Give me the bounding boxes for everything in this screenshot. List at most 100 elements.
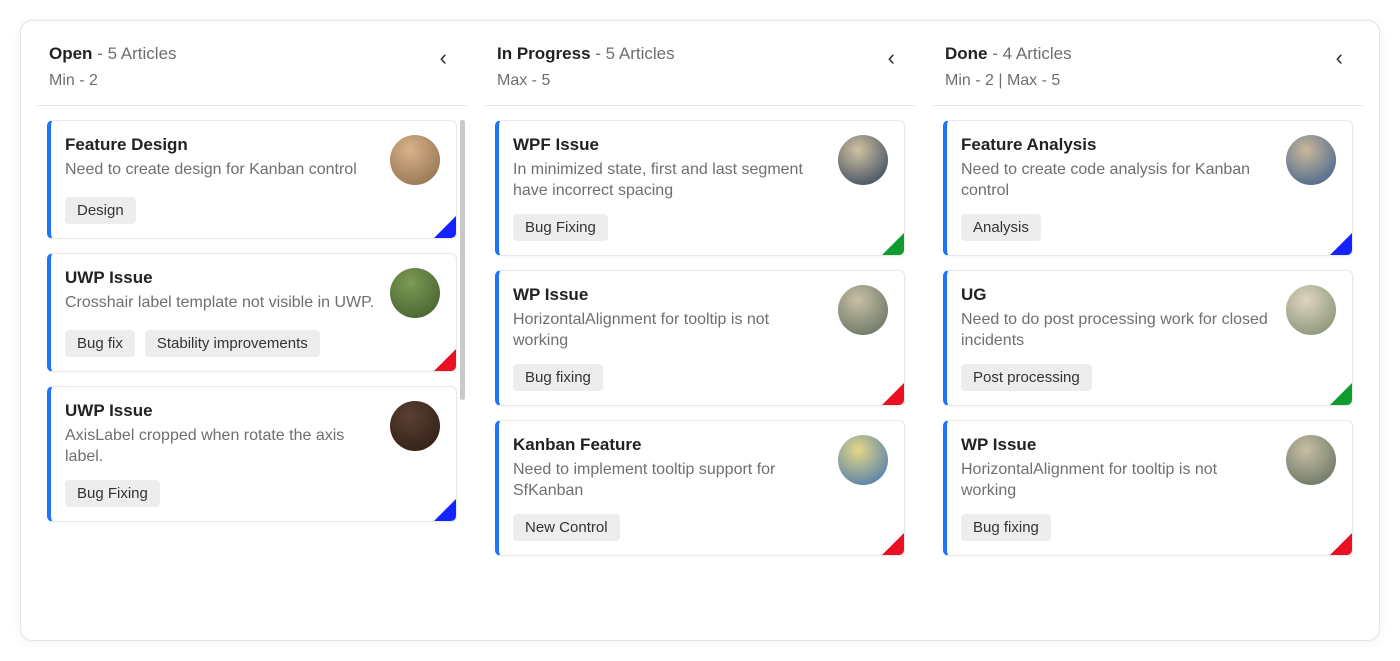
priority-indicator-icon	[882, 383, 904, 405]
tag: New Control	[513, 514, 620, 541]
column-title-line: In Progress - 5 Articles	[497, 41, 675, 67]
card-body: UWP IssueAxisLabel cropped when rotate t…	[65, 401, 440, 468]
scrollbar-thumb[interactable]	[460, 120, 465, 400]
kanban-column: Done - 4 ArticlesMin - 2 | Max - 5 ‹ Featu…	[933, 33, 1363, 620]
avatar	[838, 135, 888, 185]
chevron-left-icon: ‹	[888, 45, 895, 70]
card-body: WP Issue HorizontalAlignment for tooltip …	[961, 435, 1336, 502]
kanban-column: Open - 5 ArticlesMin - 2 ‹ Feature Design N…	[37, 33, 467, 620]
collapse-column-button[interactable]: ‹	[1328, 41, 1351, 75]
kanban-card[interactable]: WP Issue HorizontalAlignment for tooltip …	[943, 420, 1353, 556]
kanban-card[interactable]: UG Need to do post processing work for cl…	[943, 270, 1353, 406]
chevron-left-icon: ‹	[1336, 45, 1343, 70]
chevron-left-icon: ‹	[440, 45, 447, 70]
kanban-card[interactable]: Kanban FeatureNeed to implement tooltip …	[495, 420, 905, 556]
avatar	[1286, 435, 1336, 485]
tag: Bug fix	[65, 330, 135, 357]
card-description: In minimized state, first and last segme…	[513, 159, 826, 202]
tag: Stability improvements	[145, 330, 320, 357]
card-main: WPF Issue In minimized state, first and l…	[513, 135, 826, 202]
tag: Design	[65, 197, 136, 224]
card-main: UG Need to do post processing work for cl…	[961, 285, 1274, 352]
card-body: Feature AnalysisNeed to create code anal…	[961, 135, 1336, 202]
card-body: UG Need to do post processing work for cl…	[961, 285, 1336, 352]
card-title: WP Issue	[961, 435, 1274, 455]
tag-list: Post processing	[961, 364, 1336, 391]
avatar	[838, 285, 888, 335]
column-header-texts: Open - 5 ArticlesMin - 2	[49, 41, 177, 93]
column-header: In Progress - 5 ArticlesMax - 5 ‹	[485, 33, 915, 106]
collapse-column-button[interactable]: ‹	[432, 41, 455, 75]
tag-list: Bug Fixing	[65, 480, 440, 507]
card-main: WP Issue HorizontalAlignment for tooltip …	[961, 435, 1274, 502]
column-subtitle: Min - 2	[49, 69, 177, 93]
tag-list: Bug fixing	[513, 364, 888, 391]
card-list: WPF Issue In minimized state, first and l…	[485, 106, 915, 620]
column-subtitle: Min - 2 | Max - 5	[945, 69, 1072, 93]
card-title: WPF Issue	[513, 135, 826, 155]
card-main: Kanban FeatureNeed to implement tooltip …	[513, 435, 826, 502]
kanban-card[interactable]: UWP IssueAxisLabel cropped when rotate t…	[47, 386, 457, 522]
collapse-column-button[interactable]: ‹	[880, 41, 903, 75]
card-main: Feature Design Need to create design for …	[65, 135, 378, 185]
card-title: WP Issue	[513, 285, 826, 305]
card-main: WP IssueHorizontalAlignment for tooltip …	[513, 285, 826, 352]
card-title: Feature Design	[65, 135, 378, 155]
card-title: Feature Analysis	[961, 135, 1274, 155]
priority-indicator-icon	[434, 499, 456, 521]
priority-indicator-icon	[434, 216, 456, 238]
card-description: AxisLabel cropped when rotate the axis l…	[65, 425, 378, 468]
tag-list: Analysis	[961, 214, 1336, 241]
kanban-card[interactable]: Feature AnalysisNeed to create code anal…	[943, 120, 1353, 256]
column-header: Open - 5 ArticlesMin - 2 ‹	[37, 33, 467, 106]
tag: Analysis	[961, 214, 1041, 241]
card-body: WP IssueHorizontalAlignment for tooltip …	[513, 285, 888, 352]
kanban-card[interactable]: Feature Design Need to create design for …	[47, 120, 457, 239]
column-count: 5 Articles	[108, 44, 177, 63]
column-title: Open	[49, 44, 92, 63]
avatar	[390, 268, 440, 318]
priority-indicator-icon	[1330, 233, 1352, 255]
priority-indicator-icon	[882, 233, 904, 255]
tag: Bug fixing	[513, 364, 603, 391]
priority-indicator-icon	[1330, 533, 1352, 555]
priority-indicator-icon	[882, 533, 904, 555]
card-title: UG	[961, 285, 1274, 305]
card-body: UWP IssueCrosshair label template not vi…	[65, 268, 440, 318]
column-subtitle: Max - 5	[497, 69, 675, 93]
kanban-card[interactable]: WPF Issue In minimized state, first and l…	[495, 120, 905, 256]
column-header-texts: Done - 4 ArticlesMin - 2 | Max - 5	[945, 41, 1072, 93]
column-title: In Progress	[497, 44, 591, 63]
tag: Bug fixing	[961, 514, 1051, 541]
priority-indicator-icon	[1330, 383, 1352, 405]
column-title-line: Open - 5 Articles	[49, 41, 177, 67]
tag-list: Design	[65, 197, 440, 224]
kanban-column: In Progress - 5 ArticlesMax - 5 ‹ WPF Issu…	[485, 33, 915, 620]
card-main: Feature AnalysisNeed to create code anal…	[961, 135, 1274, 202]
priority-indicator-icon	[434, 349, 456, 371]
column-title: Done	[945, 44, 988, 63]
tag-list: New Control	[513, 514, 888, 541]
kanban-card[interactable]: WP IssueHorizontalAlignment for tooltip …	[495, 270, 905, 406]
column-title-line: Done - 4 Articles	[945, 41, 1072, 67]
tag: Post processing	[961, 364, 1092, 391]
avatar	[1286, 285, 1336, 335]
avatar	[390, 401, 440, 451]
tag: Bug Fixing	[65, 480, 160, 507]
card-description: HorizontalAlignment for tooltip is not w…	[961, 459, 1274, 502]
card-main: UWP IssueAxisLabel cropped when rotate t…	[65, 401, 378, 468]
card-list: Feature Design Need to create design for …	[37, 106, 467, 620]
column-header-texts: In Progress - 5 ArticlesMax - 5	[497, 41, 675, 93]
avatar	[390, 135, 440, 185]
tag: Bug Fixing	[513, 214, 608, 241]
tag-list: Bug Fixing	[513, 214, 888, 241]
card-body: WPF Issue In minimized state, first and l…	[513, 135, 888, 202]
card-description: Crosshair label template not visible in …	[65, 292, 378, 314]
column-count: 5 Articles	[606, 44, 675, 63]
card-description: Need to do post processing work for clos…	[961, 309, 1274, 352]
card-title: Kanban Feature	[513, 435, 826, 455]
kanban-card[interactable]: UWP IssueCrosshair label template not vi…	[47, 253, 457, 372]
kanban-board: Open - 5 ArticlesMin - 2 ‹ Feature Design N…	[20, 20, 1380, 641]
card-description: Need to create design for Kanban control	[65, 159, 378, 181]
avatar	[838, 435, 888, 485]
